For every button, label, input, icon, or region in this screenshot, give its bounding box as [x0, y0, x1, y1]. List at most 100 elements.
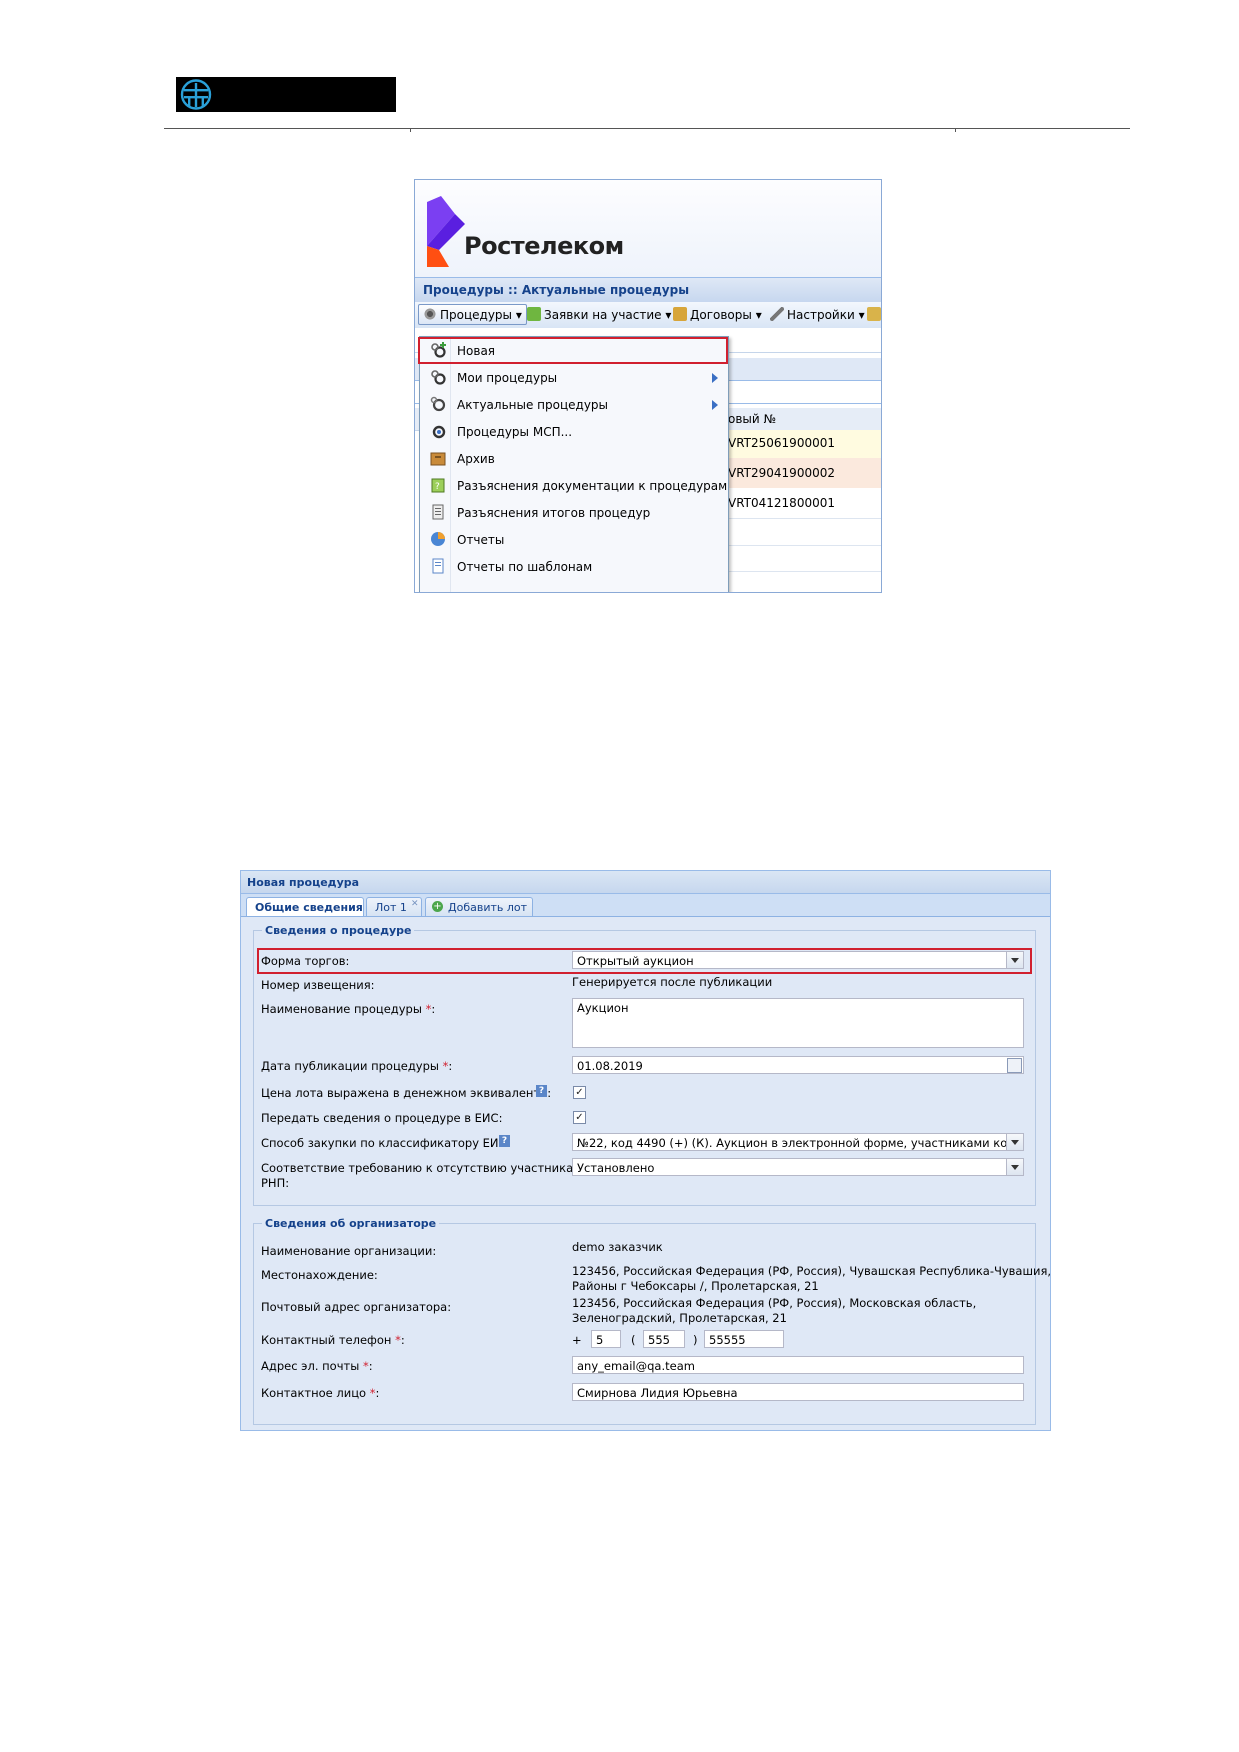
plus-circle-icon: +: [432, 901, 443, 912]
highlight-trade-form: [257, 948, 1032, 974]
tab-label: Лот 1: [375, 901, 407, 914]
form-label: Местонахождение:: [261, 1268, 378, 1282]
procedures-dropdown-menu: Новая Мои процедуры Актуальные процедуры…: [419, 336, 729, 592]
breadcrumb-text: Процедуры :: Актуальные процедуры: [423, 283, 690, 297]
notice-number-value: Генерируется после публикации: [572, 975, 773, 989]
form-label: РНП:: [261, 1176, 290, 1190]
breadcrumb: Процедуры :: Актуальные процедуры: [415, 277, 881, 303]
phone-country-code-input[interactable]: 5: [591, 1330, 621, 1348]
menu-item-reports[interactable]: Отчеты: [420, 526, 728, 553]
form-label: Контактный телефон *:: [261, 1333, 405, 1347]
wrench-icon: [770, 307, 784, 321]
form-label: Наименование процедуры *:: [261, 1002, 436, 1016]
publication-date-field[interactable]: 01.08.2019: [572, 1056, 1024, 1074]
contracts-menu-button[interactable]: Договоры ▾: [673, 307, 762, 322]
purchase-method-select[interactable]: №22, код 4490 (+) (К). Аукцион в электро…: [572, 1133, 1024, 1151]
archive-box-icon: [430, 452, 446, 466]
document-icon: [432, 504, 444, 520]
pie-chart-icon: [431, 532, 445, 546]
form-label: Соответствие требованию к отсутствию уча…: [261, 1161, 584, 1175]
menu-item-label: Процедуры МСП...: [457, 425, 573, 439]
gears-icon: [430, 396, 446, 412]
chevron-down-icon[interactable]: [1006, 1159, 1023, 1175]
menu-item-label: Отчеты по шаблонам: [457, 560, 593, 574]
procedure-name-textarea[interactable]: Аукцион: [572, 998, 1024, 1048]
form-label: Почтовый адрес организатора:: [261, 1300, 452, 1314]
form-label: Передать сведения о процедуре в ЕИС:: [261, 1111, 503, 1125]
grid-row-number[interactable]: VRT25061900001: [728, 436, 881, 450]
submenu-arrow-icon: [712, 373, 718, 383]
price-monetary-checkbox[interactable]: ✓: [573, 1086, 586, 1099]
tab-general-info[interactable]: Общие сведения: [246, 897, 364, 916]
procedures-menu-button[interactable]: Процедуры ▾: [418, 304, 527, 325]
postal-address-value: 123456, Российская Федерация (РФ, Россия…: [572, 1296, 977, 1310]
form-label: Цена лота выражена в денежном эквивалент…: [261, 1086, 552, 1100]
menu-item-label: Актуальные процедуры: [457, 398, 609, 412]
menu-item-doc-clarifications[interactable]: ? Разъяснения документации к процедурам: [420, 472, 728, 499]
form-label: Адрес эл. почты *:: [261, 1359, 373, 1373]
tab-label: Общие сведения: [255, 901, 363, 914]
contracts-icon: [673, 307, 687, 321]
gears-icon: [431, 370, 446, 385]
organization-name-value: demo заказчик: [572, 1240, 663, 1254]
phone-plus-sign: +: [572, 1333, 582, 1347]
menu-item-archive[interactable]: Архив: [420, 445, 728, 472]
applications-icon: [527, 307, 541, 321]
header-divider-tick: [410, 128, 411, 132]
applications-menu-button[interactable]: Заявки на участие ▾: [527, 307, 671, 322]
phone-area-code-input[interactable]: 555: [643, 1330, 685, 1348]
help-icon[interactable]: ?: [536, 1085, 547, 1097]
input-value: any_email@qa.team: [577, 1359, 695, 1373]
toolbar-overflow-icon[interactable]: [867, 307, 881, 322]
menu-item-results-clarifications[interactable]: Разъяснения итогов процедур: [420, 499, 728, 526]
document-question-icon: ?: [431, 478, 445, 493]
menu-item-label: Отчеты: [457, 533, 505, 547]
gear-blue-icon: [432, 425, 446, 439]
menu-item-smb-procedures[interactable]: Процедуры МСП...: [420, 418, 728, 445]
phone-open-paren: (: [631, 1333, 636, 1347]
svg-text:?: ?: [435, 482, 440, 492]
settings-menu-button[interactable]: Настройки ▾: [770, 307, 865, 322]
location-value: 123456, Российская Федерация (РФ, Россия…: [572, 1264, 1052, 1278]
tab-lot-1[interactable]: Лот 1 ✕: [366, 897, 422, 916]
contracts-menu-label: Договоры: [690, 308, 752, 322]
form-label: Контактное лицо *:: [261, 1386, 380, 1400]
fieldset-legend: Сведения о процедуре: [265, 924, 412, 937]
add-lot-button[interactable]: + Добавить лот: [425, 897, 533, 916]
rnp-compliance-select[interactable]: Установлено: [572, 1158, 1024, 1176]
location-value: Районы г Чебоксары /, Пролетарская, 21: [572, 1279, 819, 1293]
submenu-arrow-icon: [712, 400, 718, 410]
form-label: Дата публикации процедуры *:: [261, 1059, 453, 1073]
close-tab-icon[interactable]: ✕: [411, 899, 419, 909]
email-field[interactable]: any_email@qa.team: [572, 1356, 1024, 1374]
template-document-icon: [432, 558, 444, 574]
highlight-new-item: [418, 337, 728, 364]
menu-item-my-procedures[interactable]: Мои процедуры: [420, 364, 728, 391]
menu-item-template-reports[interactable]: Отчеты по шаблонам: [420, 553, 728, 580]
company-emblem-icon: [180, 79, 212, 110]
grid-column-header: овый №: [728, 412, 776, 426]
rostelecom-logo-icon: [427, 196, 465, 267]
contact-person-field[interactable]: Смирнова Лидия Юрьевна: [572, 1383, 1024, 1401]
date-value: 01.08.2019: [577, 1059, 643, 1073]
tab-strip: Общие сведения Лот 1 ✕ + Добавить лот: [241, 894, 1050, 917]
form-label: Способ закупки по классификатору ЕИС:: [261, 1136, 511, 1150]
header-divider: [164, 128, 1130, 129]
menu-item-current-procedures[interactable]: Актуальные процедуры: [420, 391, 728, 418]
phone-number-input[interactable]: 55555: [704, 1330, 784, 1348]
input-value: Смирнова Лидия Юрьевна: [577, 1386, 738, 1400]
calendar-icon[interactable]: [1007, 1058, 1022, 1073]
help-icon[interactable]: ?: [499, 1135, 510, 1147]
applications-menu-label: Заявки на участие: [544, 308, 662, 322]
add-lot-label: Добавить лот: [448, 901, 528, 914]
form-label: Наименование организации:: [261, 1244, 437, 1258]
grid-row-number[interactable]: VRT29041900002: [728, 466, 881, 480]
brand-name: Ростелеком: [464, 232, 624, 260]
menu-item-label: Разъяснения итогов процедур: [457, 506, 651, 520]
send-to-eis-checkbox[interactable]: ✓: [573, 1111, 586, 1124]
select-value: №22, код 4490 (+) (К). Аукцион в электро…: [577, 1136, 1024, 1150]
chevron-down-icon[interactable]: [1006, 1134, 1023, 1150]
textarea-value: Аукцион: [577, 1001, 629, 1015]
input-value: 55555: [709, 1333, 746, 1347]
grid-row-number[interactable]: VRT04121800001: [728, 496, 881, 510]
